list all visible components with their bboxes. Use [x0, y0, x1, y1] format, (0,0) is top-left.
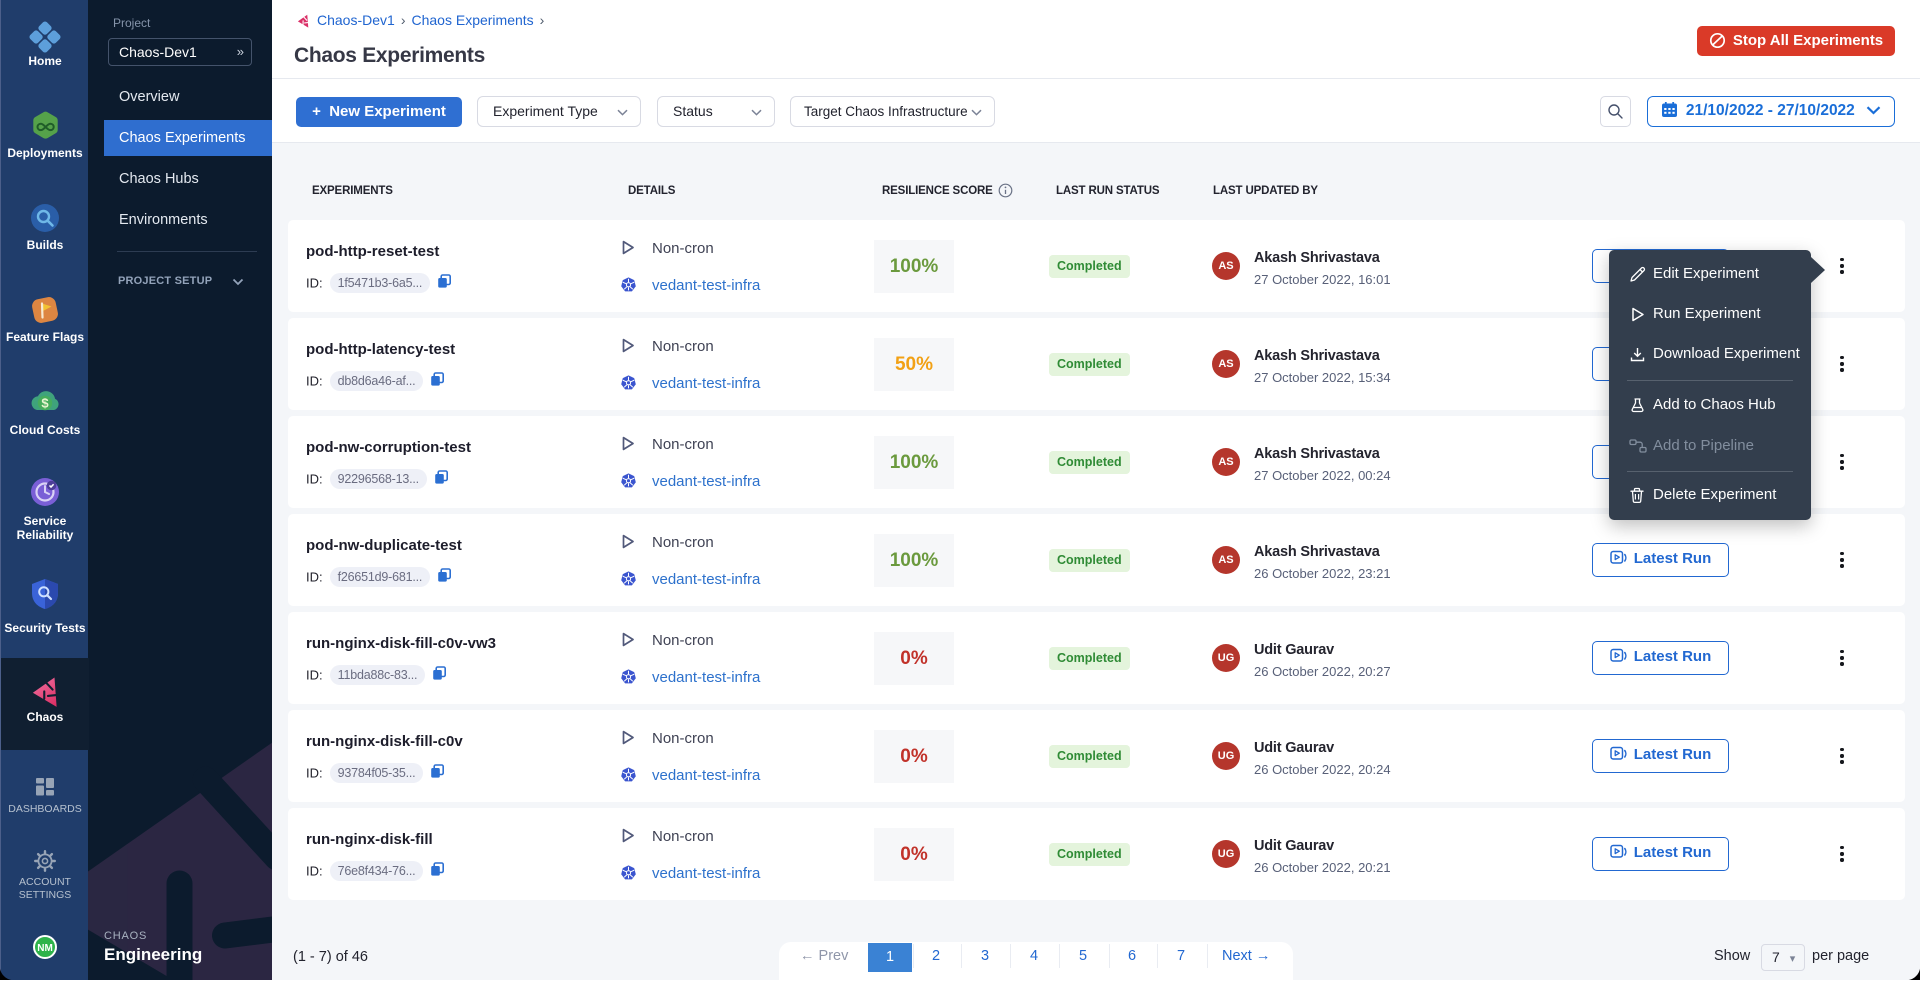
svg-text:$: $: [41, 396, 49, 411]
